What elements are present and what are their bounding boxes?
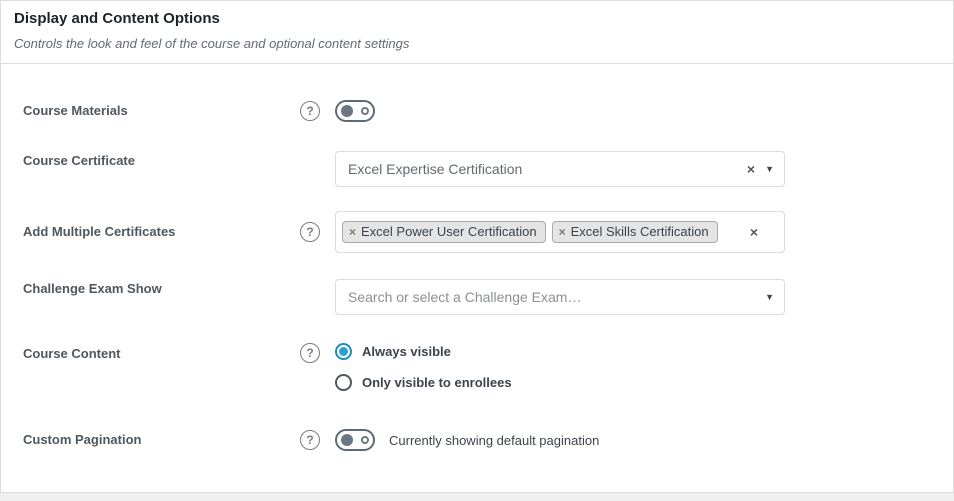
help-icon[interactable]: ? xyxy=(300,101,320,121)
toggle-knob xyxy=(341,105,353,117)
course-content-radio-group: Always visible Only visible to enrollees xyxy=(335,343,785,391)
course-materials-label: Course Materials xyxy=(23,103,300,119)
course-materials-control xyxy=(335,100,785,122)
course-certificate-label: Course Certificate xyxy=(23,151,300,169)
add-multiple-certificates-label: Add Multiple Certificates xyxy=(23,211,300,240)
remove-tag-icon[interactable]: × xyxy=(349,226,356,238)
help-slot: ? xyxy=(300,343,335,363)
radio-unselected-icon[interactable] xyxy=(335,374,352,391)
radio-selected-icon[interactable] xyxy=(335,343,352,360)
radio-dot xyxy=(339,347,348,356)
challenge-exam-select[interactable]: Search or select a Challenge Exam… ▼ xyxy=(335,279,785,315)
help-slot: ? xyxy=(300,101,335,121)
custom-pagination-control: Currently showing default pagination xyxy=(335,429,785,451)
course-certificate-value: Excel Expertise Certification xyxy=(348,161,743,177)
help-slot: ? xyxy=(300,430,335,450)
help-glyph: ? xyxy=(306,346,313,360)
toggle-knob xyxy=(341,434,353,446)
tag-label: Excel Power User Certification xyxy=(361,224,537,239)
challenge-exam-show-label: Challenge Exam Show xyxy=(23,279,300,297)
help-glyph: ? xyxy=(306,104,313,118)
help-glyph: ? xyxy=(306,225,313,239)
course-materials-toggle[interactable] xyxy=(335,100,375,122)
tag-label: Excel Skills Certification xyxy=(571,224,709,239)
toggle-dot-icon xyxy=(361,436,369,444)
row-course-materials: Course Materials ? xyxy=(1,100,953,122)
course-certificate-select[interactable]: Excel Expertise Certification × ▼ xyxy=(335,151,785,187)
course-content-control: Always visible Only visible to enrollees xyxy=(335,343,785,391)
pagination-status-text: Currently showing default pagination xyxy=(389,433,599,448)
help-icon[interactable]: ? xyxy=(300,430,320,450)
display-content-options-panel: Display and Content Options Controls the… xyxy=(0,0,954,493)
help-glyph: ? xyxy=(306,433,313,447)
help-slot: ? xyxy=(300,222,335,242)
toggle-dot-icon xyxy=(361,107,369,115)
help-icon[interactable]: ? xyxy=(300,222,320,242)
settings-page: Display and Content Options Controls the… xyxy=(0,0,954,501)
panel-body: Course Materials ? Course Certificate xyxy=(1,64,953,451)
clear-selection-icon[interactable]: × xyxy=(743,162,759,176)
certificates-multiselect[interactable]: × Excel Power User Certification × Excel… xyxy=(335,211,785,253)
row-course-content: Course Content ? Always visible Only vis… xyxy=(1,343,953,391)
radio-label[interactable]: Always visible xyxy=(362,344,451,359)
challenge-exam-placeholder: Search or select a Challenge Exam… xyxy=(348,289,759,305)
row-course-certificate: Course Certificate Excel Expertise Certi… xyxy=(1,151,953,187)
clear-all-icon[interactable]: × xyxy=(746,225,762,239)
certificate-tag: × Excel Power User Certification xyxy=(342,221,546,243)
radio-option-only-enrollees[interactable]: Only visible to enrollees xyxy=(335,374,785,391)
radio-label[interactable]: Only visible to enrollees xyxy=(362,375,512,390)
remove-tag-icon[interactable]: × xyxy=(559,226,566,238)
page-subtitle: Controls the look and feel of the course… xyxy=(14,36,940,63)
help-icon[interactable]: ? xyxy=(300,343,320,363)
row-challenge-exam-show: Challenge Exam Show Search or select a C… xyxy=(1,279,953,315)
row-custom-pagination: Custom Pagination ? Currently showing de… xyxy=(1,429,953,451)
chevron-down-icon: ▼ xyxy=(765,293,774,302)
radio-option-always-visible[interactable]: Always visible xyxy=(335,343,785,360)
challenge-exam-control: Search or select a Challenge Exam… ▼ xyxy=(335,279,785,315)
course-content-label: Course Content xyxy=(23,343,300,362)
course-certificate-control: Excel Expertise Certification × ▼ xyxy=(335,151,785,187)
add-multiple-certificates-control: × Excel Power User Certification × Excel… xyxy=(335,211,785,253)
panel-header: Display and Content Options Controls the… xyxy=(1,1,953,64)
page-title: Display and Content Options xyxy=(14,10,940,28)
row-add-multiple-certificates: Add Multiple Certificates ? × Excel Powe… xyxy=(1,211,953,253)
custom-pagination-toggle[interactable] xyxy=(335,429,375,451)
custom-pagination-label: Custom Pagination xyxy=(23,432,300,448)
certificate-tag: × Excel Skills Certification xyxy=(552,221,718,243)
chevron-down-icon: ▼ xyxy=(765,165,774,174)
